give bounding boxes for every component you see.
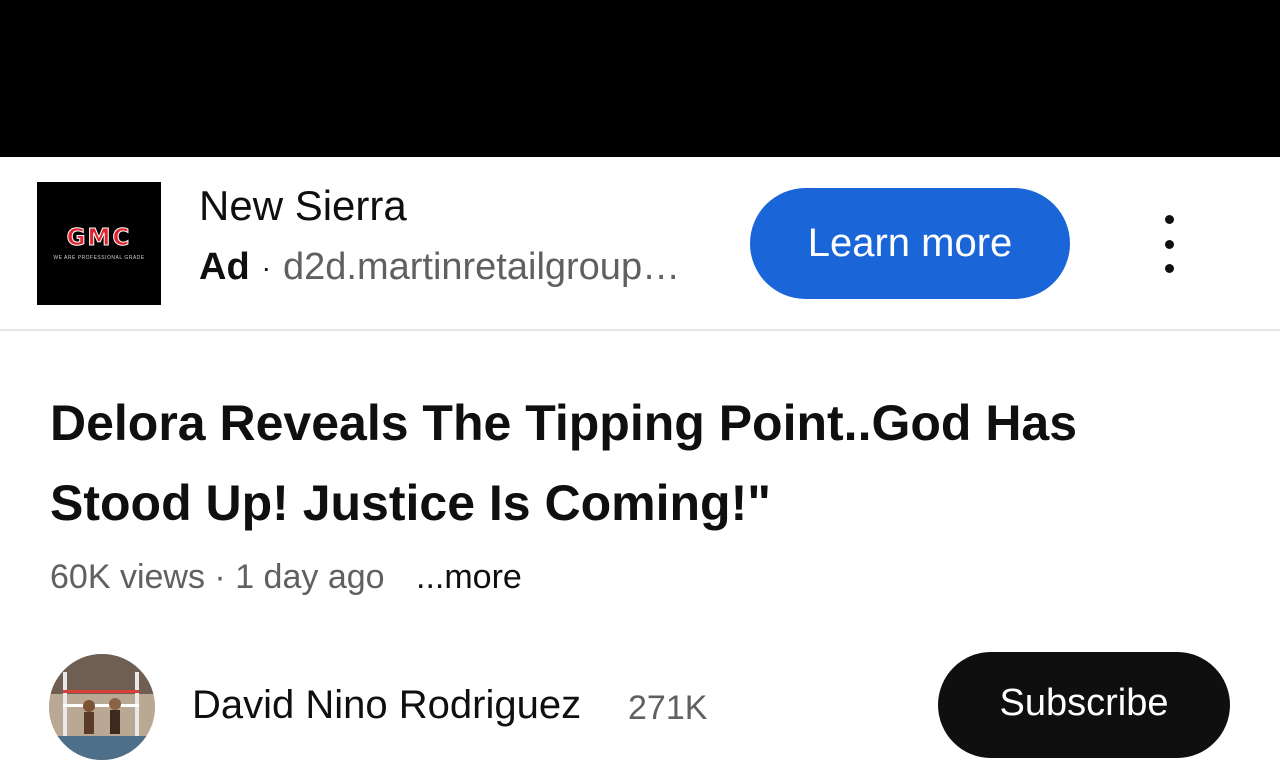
video-player[interactable] <box>0 0 1280 157</box>
video-meta[interactable]: 60K views · 1 day ago ...more <box>50 555 522 599</box>
ad-separator: · <box>261 252 271 283</box>
ad-meta: Ad · d2d.martinretailgroup.com <box>199 245 699 291</box>
kebab-dot <box>1164 239 1174 249</box>
subscriber-count: 271K <box>628 689 708 727</box>
kebab-dot <box>1164 264 1174 273</box>
learn-more-button[interactable]: Learn more <box>750 188 1070 299</box>
advertiser-logo[interactable]: GMC WE ARE PROFESSIONAL GRADE <box>37 182 161 305</box>
channel-avatar[interactable] <box>49 654 155 760</box>
ad-title[interactable]: New Sierra <box>199 181 407 231</box>
video-title: Delora Reveals The Tipping Point..God Ha… <box>50 395 1078 531</box>
kebab-dot <box>1164 215 1174 224</box>
advertiser-logo-text: GMC <box>66 224 132 251</box>
ad-badge: Ad <box>199 246 250 288</box>
meta-separator: · <box>214 558 236 596</box>
ad-domain: d2d.martinretailgroup.com <box>282 246 683 288</box>
more-vertical-icon[interactable] <box>1148 215 1190 273</box>
channel-name[interactable]: David Nino Rodriguez <box>192 680 581 730</box>
upload-age: 1 day ago <box>235 558 385 596</box>
ad-banner: GMC WE ARE PROFESSIONAL GRADE New Sierra… <box>0 157 1280 331</box>
view-count: 60K views <box>50 558 205 596</box>
advertiser-logo-tagline: WE ARE PROFESSIONAL GRADE <box>53 254 145 261</box>
subscribe-button[interactable]: Subscribe <box>938 652 1230 758</box>
channel-avatar-image <box>49 654 155 760</box>
show-more-link[interactable]: ...more <box>416 558 522 596</box>
